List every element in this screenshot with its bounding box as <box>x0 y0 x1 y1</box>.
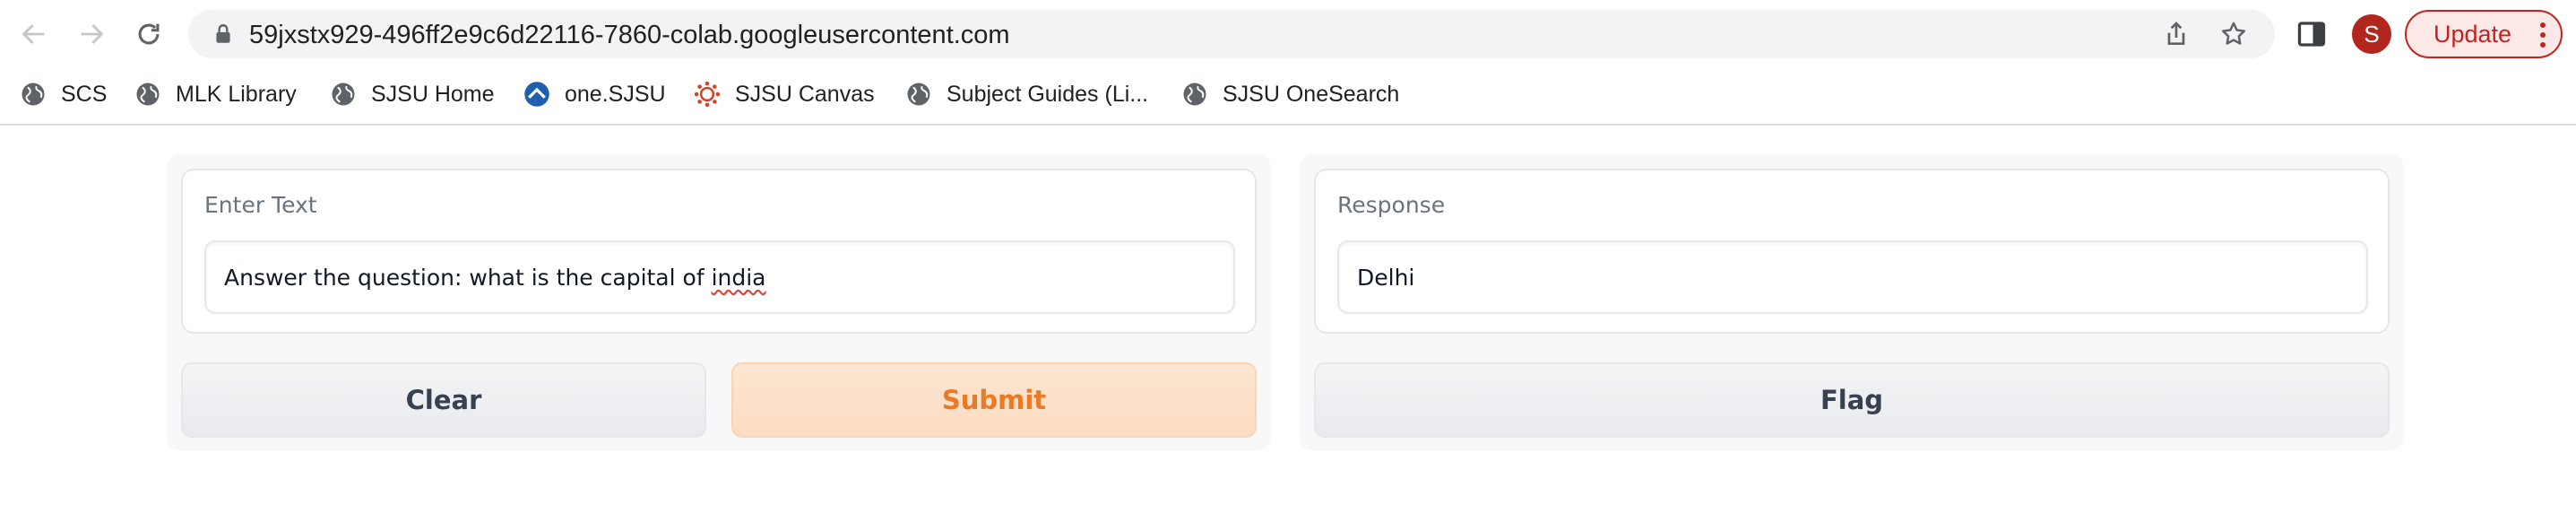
profile-avatar[interactable]: S <box>2352 14 2391 54</box>
reload-button[interactable] <box>129 14 169 54</box>
input-label: Enter Text <box>204 192 317 218</box>
input-block: Enter Text Answer the question: what is … <box>181 169 1257 334</box>
browser-toolbar: 59jxstx929-496ff2e9c6d22116-7860-colab.g… <box>0 0 2576 66</box>
globe-icon <box>136 83 160 106</box>
globe-icon <box>332 83 355 106</box>
output-block: Response Delhi <box>1314 169 2390 334</box>
bookmark-sjsu-home[interactable]: SJSU Home <box>330 77 495 111</box>
toolbar-divider <box>0 124 2576 126</box>
url-text: 59jxstx929-496ff2e9c6d22116-7860-colab.g… <box>249 21 1010 49</box>
bookmark-label: SCS <box>61 81 108 107</box>
bookmarks-bar: SCS MLK Library SJSU Home one.SJSU SJSU … <box>0 66 2576 124</box>
submit-button[interactable]: Submit <box>731 362 1257 438</box>
bookmark-label: SJSU Canvas <box>735 81 875 107</box>
lock-icon <box>216 24 230 43</box>
input-value: Answer the question: what is the capital… <box>224 265 766 291</box>
side-panel-icon[interactable] <box>2295 18 2328 50</box>
one-sjsu-icon <box>524 82 549 107</box>
update-button[interactable]: Update <box>2405 10 2563 58</box>
clear-button[interactable]: Clear <box>181 362 706 438</box>
bookmark-label: MLK Library <box>176 81 297 107</box>
forward-button[interactable] <box>72 14 111 54</box>
update-label: Update <box>2433 20 2512 48</box>
address-bar[interactable]: 59jxstx929-496ff2e9c6d22116-7860-colab.g… <box>188 10 2275 58</box>
share-icon[interactable] <box>2162 20 2191 48</box>
bookmark-subject-guides[interactable]: Subject Guides (Li... <box>905 77 1148 111</box>
misspelled-word: india <box>711 264 766 291</box>
output-textbox[interactable]: Delhi <box>1337 240 2368 314</box>
output-value: Delhi <box>1357 264 1415 291</box>
input-value-text: Answer the question: what is the capital… <box>224 264 712 291</box>
globe-icon <box>907 83 930 106</box>
output-label: Response <box>1337 192 1446 218</box>
bookmark-label: SJSU OneSearch <box>1223 81 1400 107</box>
flag-button[interactable]: Flag <box>1314 362 2390 438</box>
globe-icon <box>1183 83 1206 106</box>
more-vert-icon <box>2540 22 2546 48</box>
back-button[interactable] <box>14 14 54 54</box>
output-panel: Response Delhi Flag <box>1300 154 2404 450</box>
globe-icon <box>22 83 45 106</box>
back-arrow-icon <box>22 24 45 44</box>
forward-arrow-icon <box>81 24 104 44</box>
reload-icon <box>138 23 160 45</box>
bookmark-label: one.SJSU <box>565 81 666 107</box>
bookmark-scs[interactable]: SCS <box>20 77 107 111</box>
bookmark-mlk-library[interactable]: MLK Library <box>134 77 297 111</box>
canvas-icon <box>694 81 721 108</box>
bookmark-label: SJSU Home <box>371 81 495 107</box>
input-panel: Enter Text Answer the question: what is … <box>167 154 1271 450</box>
bookmark-sjsu-canvas[interactable]: SJSU Canvas <box>694 77 875 111</box>
bookmark-label: Subject Guides (Li... <box>947 81 1149 107</box>
bookmark-one-sjsu[interactable]: one.SJSU <box>523 77 666 111</box>
bookmark-sjsu-onesearch[interactable]: SJSU OneSearch <box>1181 77 1399 111</box>
bookmark-star-icon[interactable] <box>2219 20 2248 48</box>
input-textbox[interactable]: Answer the question: what is the capital… <box>204 240 1235 314</box>
